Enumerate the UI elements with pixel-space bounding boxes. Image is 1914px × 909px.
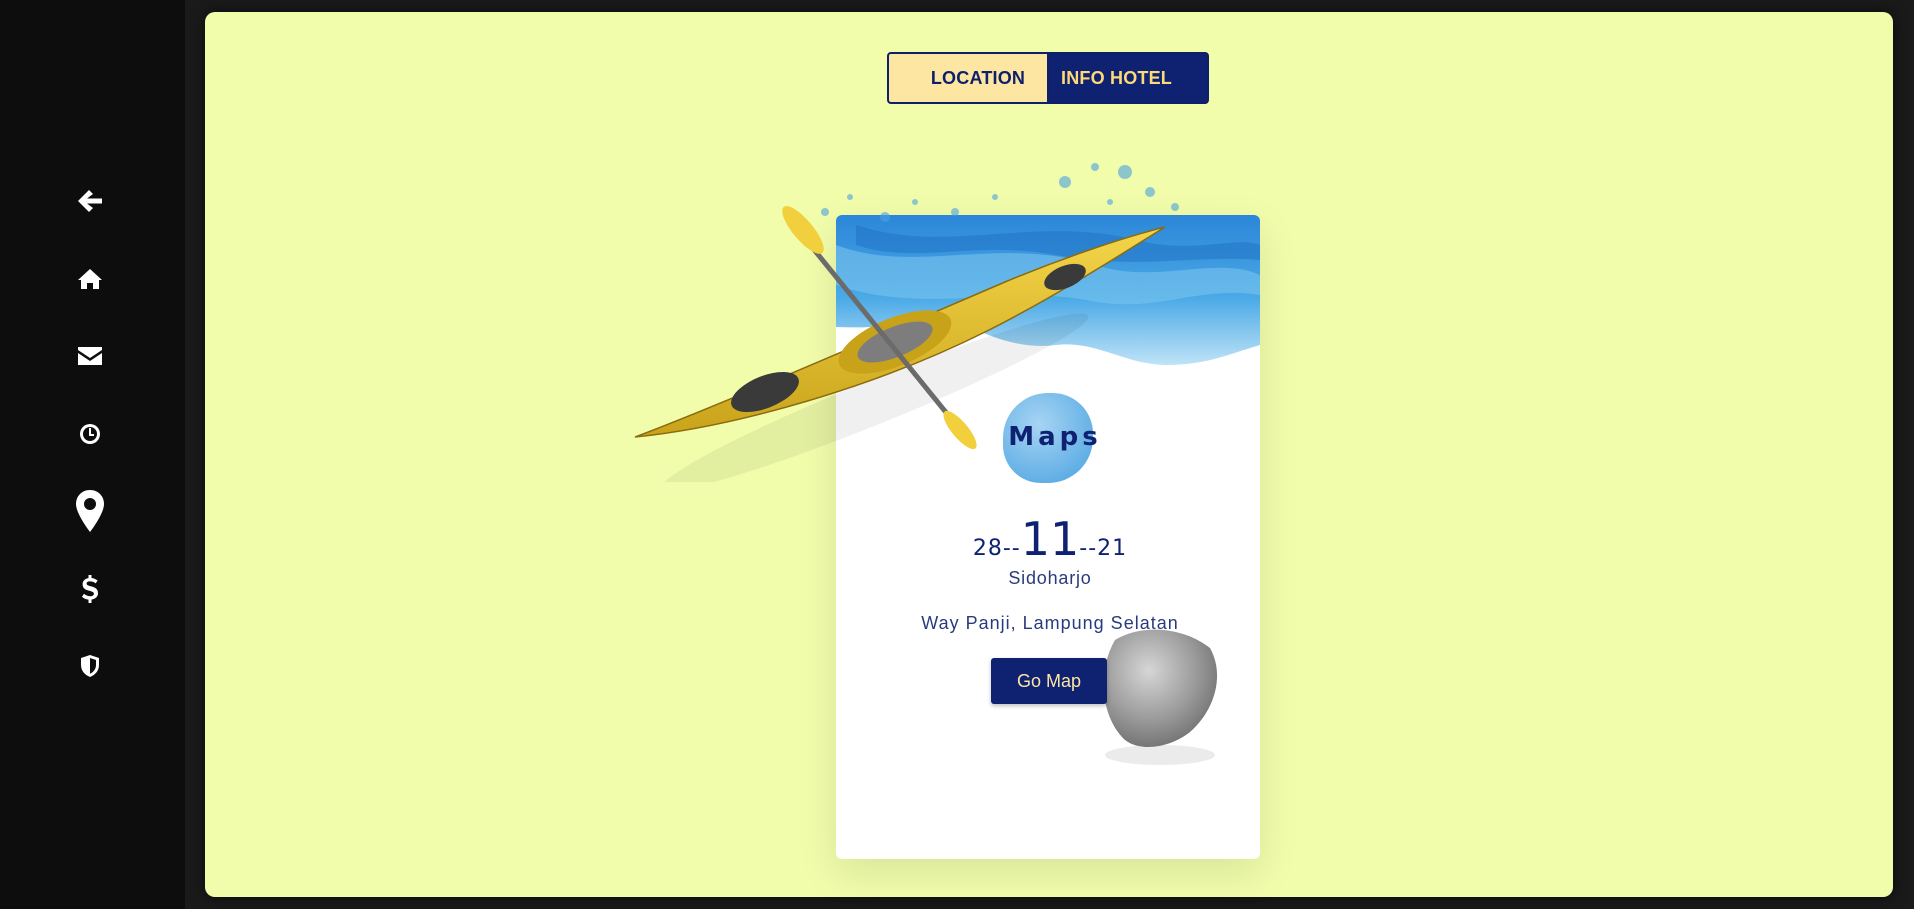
back-button[interactable] bbox=[60, 175, 120, 227]
card-title: Maps bbox=[1008, 422, 1102, 452]
date-month: 11 bbox=[1020, 512, 1080, 566]
security-button[interactable] bbox=[60, 640, 120, 692]
main-panel: LOCATION INFO HOTEL Maps 28--11--21 Sido… bbox=[205, 12, 1893, 897]
go-map-button[interactable]: Go Map bbox=[991, 658, 1107, 704]
pricing-button[interactable] bbox=[60, 563, 120, 615]
date-day: 28-- bbox=[972, 536, 1021, 561]
date-year: --21 bbox=[1079, 536, 1128, 561]
tab-location[interactable]: LOCATION bbox=[889, 54, 1049, 102]
shield-icon bbox=[81, 655, 99, 677]
envelope-icon bbox=[78, 347, 102, 365]
sidebar bbox=[0, 0, 185, 909]
mail-button[interactable] bbox=[60, 330, 120, 382]
view-toggle: LOCATION INFO HOTEL bbox=[887, 52, 1209, 104]
arrow-left-icon bbox=[78, 190, 102, 212]
history-button[interactable] bbox=[60, 408, 120, 460]
dollar-icon bbox=[82, 575, 98, 603]
date-display: 28--11--21 bbox=[845, 512, 1255, 566]
tab-info-hotel[interactable]: INFO HOTEL bbox=[1049, 54, 1207, 102]
clock-icon bbox=[80, 424, 100, 444]
home-button[interactable] bbox=[60, 253, 120, 305]
city-label: Sidoharjo bbox=[1008, 568, 1092, 588]
location-button[interactable] bbox=[60, 485, 120, 537]
map-marker-icon bbox=[76, 490, 104, 532]
home-icon bbox=[78, 269, 102, 289]
